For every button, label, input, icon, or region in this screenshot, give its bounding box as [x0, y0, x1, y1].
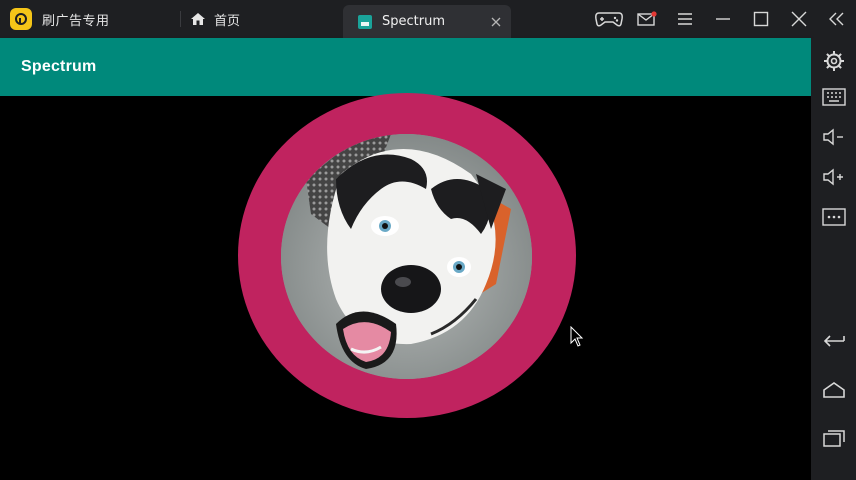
volume-up-button[interactable]	[811, 159, 856, 195]
keyboard-icon	[821, 88, 846, 106]
gamepad-button[interactable]	[590, 0, 628, 38]
back-button[interactable]	[811, 323, 856, 359]
maximize-icon	[753, 11, 769, 27]
close-button[interactable]	[780, 0, 818, 38]
emulator-title-bar: 刷广告专用 首页 Spectrum	[0, 0, 856, 38]
maximize-button[interactable]	[742, 0, 780, 38]
mail-button[interactable]	[628, 0, 666, 38]
home-icon	[822, 382, 845, 398]
app-toolbar: Spectrum	[0, 38, 811, 96]
mail-icon	[637, 11, 657, 26]
app-tab-spectrum[interactable]: Spectrum	[343, 5, 511, 38]
volume-down-icon	[822, 128, 843, 146]
recents-button[interactable]	[811, 420, 856, 456]
house-icon	[191, 13, 205, 25]
android-home-button[interactable]	[811, 372, 856, 408]
minimize-button[interactable]	[704, 0, 742, 38]
volume-up-icon	[822, 168, 843, 186]
settings-icon	[823, 51, 844, 71]
app-tab-label: Spectrum	[382, 14, 445, 29]
menu-icon	[678, 13, 692, 25]
back-icon	[823, 335, 845, 347]
brand-logo-icon	[10, 8, 32, 30]
tab-close-icon[interactable]	[491, 17, 501, 27]
emulator-brand[interactable]: 刷广告专用	[10, 0, 110, 38]
recents-icon	[822, 430, 845, 447]
collapse-sidebar-icon	[829, 12, 844, 26]
app-tab-icon	[358, 14, 372, 29]
minimize-icon	[716, 18, 730, 20]
close-icon	[791, 11, 807, 27]
settings-button[interactable]	[811, 43, 856, 79]
keyboard-button[interactable]	[811, 79, 856, 115]
husky-photo[interactable]	[281, 134, 532, 379]
emulator-window: 刷广告专用 首页 Spectrum Spectrum	[0, 0, 856, 480]
brand-text: 刷广告专用	[42, 13, 110, 29]
menu-button[interactable]	[666, 0, 704, 38]
collapse-sidebar-button[interactable]	[818, 0, 856, 38]
gamepad-icon	[595, 12, 623, 27]
emulator-sidebar	[811, 38, 856, 480]
title-bar-divider	[180, 11, 181, 27]
volume-down-button[interactable]	[811, 119, 856, 155]
home-tab-label: 首页	[214, 13, 241, 29]
mouse-cursor-icon	[570, 326, 584, 347]
more-icon	[821, 208, 846, 226]
more-button[interactable]	[811, 199, 856, 235]
app-screen: Spectrum	[0, 38, 811, 480]
home-tab[interactable]: 首页	[190, 0, 240, 38]
window-controls	[590, 0, 856, 38]
app-title: Spectrum	[21, 58, 97, 75]
